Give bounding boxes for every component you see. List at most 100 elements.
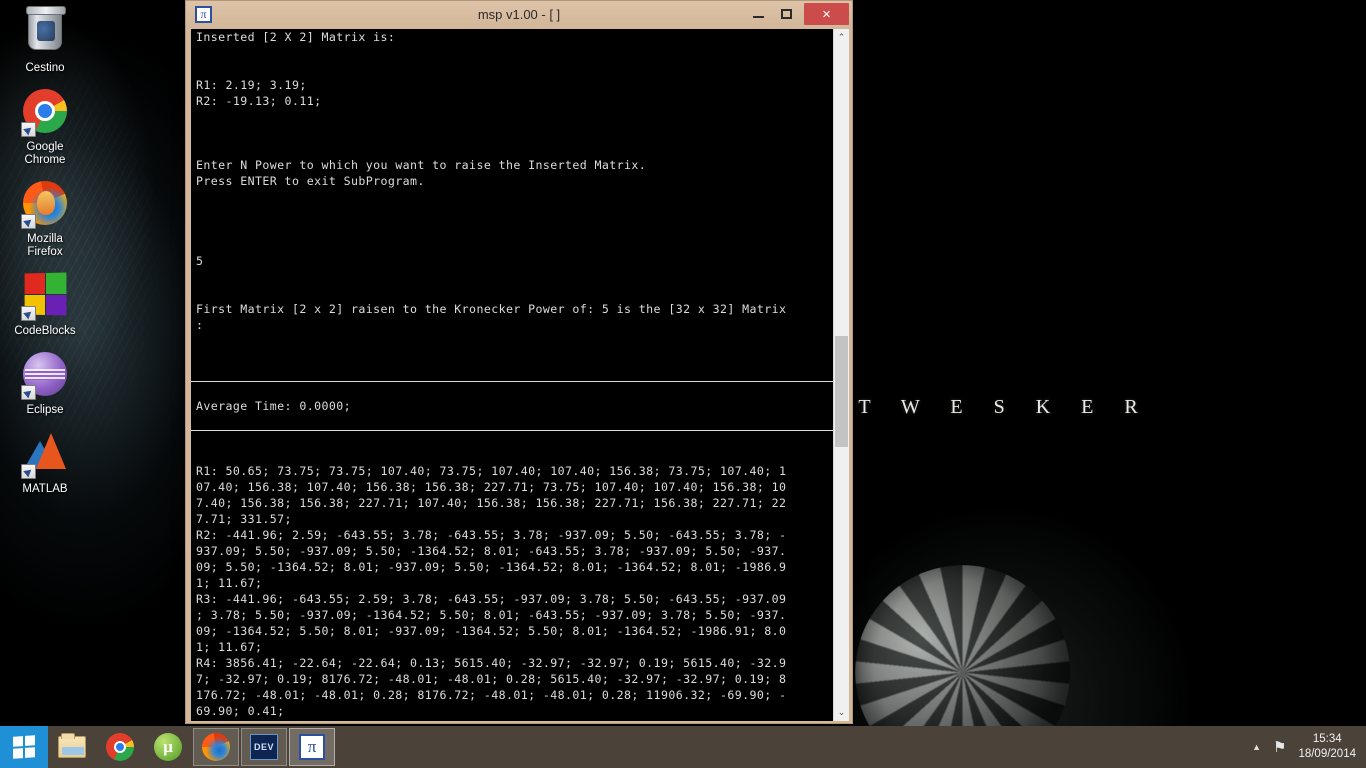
console-line: R5: -441.96; -643.55; -643.55; -937.09; … (191, 719, 833, 721)
scrollbar-track[interactable] (834, 46, 849, 704)
shortcut-overlay-icon (21, 464, 36, 479)
taskbar-utorrent[interactable]: µ (145, 728, 191, 766)
console-line: R2: -441.96; 2.59; -643.55; 3.78; -643.5… (196, 528, 787, 542)
console-line: 7.40; 156.38; 156.38; 227.71; 107.40; 15… (196, 496, 787, 510)
console-line: First Matrix [2 x 2] raisen to the Krone… (196, 302, 787, 316)
taskbar-chrome[interactable] (97, 728, 143, 766)
start-button[interactable] (0, 726, 48, 768)
desktop-icon-label: Google Chrome (24, 141, 66, 166)
desktop-icon-label: MATLAB (22, 483, 68, 495)
console-line: 09; 5.50; -1364.52; 8.01; -937.09; 5.50;… (196, 560, 787, 574)
devcpp-label: DEV (253, 742, 274, 752)
shortcut-overlay-icon (21, 306, 36, 321)
show-hidden-icons-icon[interactable]: ▲ (1242, 742, 1271, 752)
file-explorer-icon (58, 733, 86, 758)
chrome-icon (106, 733, 134, 761)
clock-date: 18/09/2014 (1298, 748, 1356, 760)
codeblocks-icon (21, 272, 69, 321)
console-line: : (196, 318, 204, 332)
console-line: R4: 3856.41; -22.64; -22.64; 0.13; 5615.… (196, 656, 787, 670)
console-line: 1; 11.67; (196, 640, 263, 654)
console-text-lines[interactable]: Inserted [2 X 2] Matrix is: R1: 2.19; 3.… (191, 29, 833, 721)
recycle-bin-icon (21, 6, 69, 58)
window-titlebar[interactable]: π msp v1.00 - [ ] × (186, 1, 852, 27)
console-line: Press ENTER to exit SubProgram. (196, 174, 425, 188)
msp-console-window[interactable]: π msp v1.00 - [ ] × Inserted [2 X 2] Mat… (185, 0, 853, 724)
desktop-icon-label: Eclipse (26, 404, 64, 416)
console-line: Enter N Power to which you want to raise… (196, 158, 647, 172)
taskbar-firefox[interactable] (193, 728, 239, 766)
scrollbar-thumb[interactable] (835, 335, 848, 448)
shortcut-overlay-icon (21, 385, 36, 400)
close-button[interactable]: × (804, 3, 849, 25)
console-line: R1: 2.19; 3.19; (196, 78, 307, 92)
console-line: 176.72; -48.01; -48.01; 0.28; 8176.72; -… (196, 688, 787, 702)
desktop-icon-list: Cestino Google Chrome Mozilla Firefox Co… (0, 6, 90, 510)
chrome-icon (21, 89, 69, 137)
pi-icon: π (299, 734, 325, 760)
eclipse-icon (21, 352, 69, 400)
scroll-up-arrow-icon[interactable]: ⌃ (834, 29, 849, 46)
matlab-icon (21, 431, 69, 479)
taskbar-devcpp[interactable]: DEV (241, 728, 287, 766)
console-output-area[interactable]: Inserted [2 X 2] Matrix is: R1: 2.19; 3.… (191, 29, 849, 721)
console-line: ; 3.78; 5.50; -937.09; -1364.52; 5.50; 8… (196, 608, 787, 622)
desktop-icon-label: CodeBlocks (14, 325, 76, 337)
scroll-down-arrow-icon[interactable]: ⌄ (834, 704, 849, 721)
shortcut-overlay-icon (21, 122, 36, 137)
taskbar-file-explorer[interactable] (49, 728, 95, 766)
window-button-group: × (744, 1, 852, 27)
console-line: 7; -32.97; 0.19; 8176.72; -48.01; -48.01… (196, 672, 787, 686)
vertical-scrollbar[interactable]: ⌃ ⌄ (833, 29, 849, 721)
console-line: Inserted [2 X 2] Matrix is: (196, 30, 396, 44)
console-line: 7.71; 331.57; (196, 512, 292, 526)
desktop-icon-label: Mozilla Firefox (27, 233, 63, 258)
maximize-button[interactable] (772, 1, 800, 27)
minimize-button[interactable] (744, 1, 772, 27)
desktop-icon-eclipse[interactable]: Eclipse (0, 352, 90, 417)
console-line: R2: -19.13; 0.11; (196, 94, 322, 108)
devcpp-icon: DEV (250, 734, 278, 760)
windows-logo-icon (13, 735, 35, 759)
console-line: 07.40; 156.38; 107.40; 156.38; 156.38; 2… (196, 480, 787, 494)
system-tray: ▲ ⚑ 15:34 18/09/2014 (1242, 726, 1360, 768)
desktop-icon-mozilla-firefox[interactable]: Mozilla Firefox (0, 181, 90, 259)
console-line: Average Time: 0.0000; (196, 399, 351, 413)
firefox-icon (21, 181, 69, 229)
console-line: 09; -1364.52; 5.50; 8.01; -937.09; -1364… (196, 624, 787, 638)
firefox-icon (202, 733, 230, 761)
pi-icon: π (195, 5, 212, 23)
desktop-icon-google-chrome[interactable]: Google Chrome (0, 89, 90, 167)
taskbar[interactable]: µ DEV π ▲ ⚑ 15:34 18/09/2014 (0, 726, 1366, 768)
desktop-icon-codeblocks[interactable]: CodeBlocks (0, 272, 90, 338)
action-center-flag-icon[interactable]: ⚑ (1271, 738, 1298, 756)
desktop-icon-cestino[interactable]: Cestino (0, 6, 90, 75)
console-line: 5 (196, 254, 204, 268)
console-line: R3: -441.96; -643.55; 2.59; 3.78; -643.5… (196, 592, 787, 606)
shortcut-overlay-icon (21, 214, 36, 229)
console-line: 69.90; 0.41; (196, 704, 285, 718)
utorrent-icon: µ (154, 733, 182, 761)
desktop[interactable]: A L B E R T W E S K E R Cestino Google C… (0, 0, 1366, 768)
desktop-icon-matlab[interactable]: MATLAB (0, 431, 90, 496)
taskbar-msp[interactable]: π (289, 728, 335, 766)
console-line: 937.09; 5.50; -937.09; 5.50; -1364.52; 8… (196, 544, 787, 558)
clock[interactable]: 15:34 18/09/2014 (1298, 732, 1360, 762)
